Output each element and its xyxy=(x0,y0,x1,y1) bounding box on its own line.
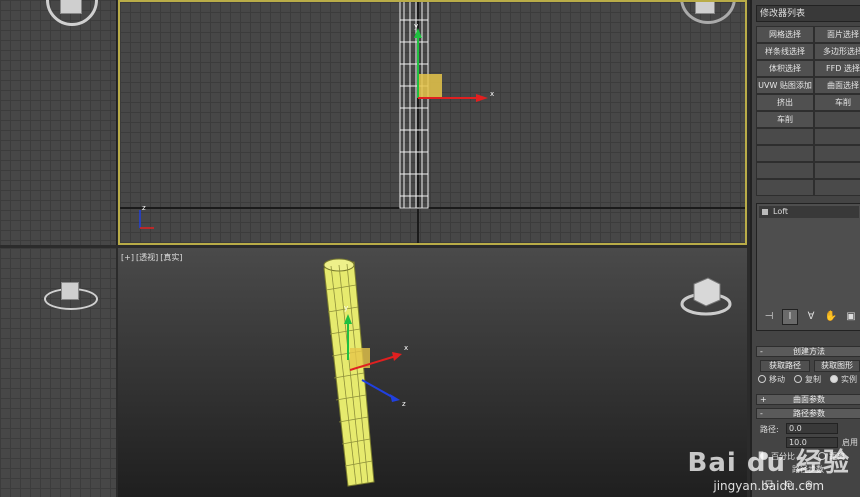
rollout-title: 曲面参数 xyxy=(793,395,825,404)
rollout-path-params[interactable]: - 路径参数 xyxy=(756,408,860,419)
viewport-top-left[interactable] xyxy=(0,0,117,245)
axis-z-label: z xyxy=(142,204,146,212)
modifier-buttons-grid: 网格选择 面片选择 样条线选择 多边形选择 体积选择 FFD 选择 UVW 贴图… xyxy=(756,26,860,196)
modifier-button[interactable]: 车削 xyxy=(814,94,860,111)
modifier-button[interactable]: 面片选择 xyxy=(814,26,860,43)
modifier-button[interactable]: 网格选择 xyxy=(756,26,814,43)
show-end-result-icon[interactable]: I xyxy=(782,309,798,325)
make-unique-icon[interactable]: ∀ xyxy=(804,310,818,324)
viewcube-icon xyxy=(693,277,721,307)
viewport-front[interactable]: x y z xyxy=(118,0,747,245)
axis-x-label: x xyxy=(490,90,495,98)
modifier-button[interactable]: FFD 选择 xyxy=(814,60,860,77)
modifier-button[interactable]: 体积选择 xyxy=(756,60,814,77)
get-shape-button[interactable]: 获取图形 xyxy=(814,360,860,372)
loft-wireframe xyxy=(399,2,429,209)
watermark-logo: Bai du 经验 xyxy=(687,448,850,478)
radio-instance[interactable]: 实例 xyxy=(830,375,857,385)
axis-x-label: x xyxy=(404,344,409,352)
axis-z-label: z xyxy=(402,400,406,408)
modifier-button-empty[interactable] xyxy=(756,128,814,145)
perspective-scene xyxy=(323,258,732,487)
stack-item-loft[interactable]: Loft xyxy=(759,206,859,218)
viewport-left[interactable] xyxy=(0,248,116,497)
modifier-button-empty[interactable] xyxy=(756,145,814,162)
modifier-button-empty[interactable] xyxy=(814,111,860,128)
rollout-collapse-icon: - xyxy=(760,347,763,356)
path-spinner[interactable]: 0.0 xyxy=(786,423,838,434)
viewport-perspective[interactable]: [+] [透视] [真实] x y z xyxy=(118,248,747,497)
watermark-url: jingyan.baidu.com xyxy=(713,479,825,493)
modifier-button[interactable]: 样条线选择 xyxy=(756,43,814,60)
gizmo-plane xyxy=(418,74,442,98)
modifier-button-empty[interactable] xyxy=(756,162,814,179)
get-path-button[interactable]: 获取路径 xyxy=(760,360,810,372)
modifier-list-dropdown[interactable]: 修改器列表 xyxy=(756,5,860,22)
rollout-surface-params[interactable]: + 曲面参数 xyxy=(756,394,860,405)
front-view-scene xyxy=(120,2,745,243)
rollout-creation-method[interactable]: - 创建方法 xyxy=(756,346,860,357)
modifier-button-empty[interactable] xyxy=(756,179,814,196)
stack-toolbar: ⊣ I ∀ ✋ ▣ xyxy=(756,308,860,326)
modifier-button-empty[interactable] xyxy=(814,145,860,162)
modifier-button[interactable]: 曲面选择 xyxy=(814,77,860,94)
modifier-button-empty[interactable] xyxy=(814,162,860,179)
pin-stack-icon[interactable]: ⊣ xyxy=(762,310,776,324)
modifier-button-empty[interactable] xyxy=(814,179,860,196)
baidu-jingyan-watermark: Bai du 经验 jingyan.baidu.com xyxy=(688,442,851,493)
viewcube-icon[interactable] xyxy=(60,0,82,14)
radio-move[interactable]: 移动 xyxy=(758,375,785,385)
axis-y-label: y xyxy=(414,22,419,30)
modifier-button-empty[interactable] xyxy=(814,128,860,145)
rollout-collapse-icon: - xyxy=(760,409,763,418)
rollout-title: 路径参数 xyxy=(793,409,825,418)
remove-modifier-icon[interactable]: ✋ xyxy=(824,310,838,324)
viewcube-icon[interactable] xyxy=(695,2,715,14)
rollout-title: 创建方法 xyxy=(793,347,825,356)
viewcube-icon[interactable] xyxy=(61,282,79,300)
modifier-button[interactable]: 车削 xyxy=(756,111,814,128)
modifier-button[interactable]: UVW 贴图添加 xyxy=(756,77,814,94)
radio-copy[interactable]: 复制 xyxy=(794,375,821,385)
path-label: 路径: xyxy=(760,425,779,434)
modifier-button[interactable]: 挤出 xyxy=(756,94,814,111)
configure-sets-icon[interactable]: ▣ xyxy=(844,310,858,324)
modifier-button[interactable]: 多边形选择 xyxy=(814,43,860,60)
loft-object xyxy=(323,258,375,487)
rollout-expand-icon: + xyxy=(760,395,767,404)
command-panel: 修改器列表 网格选择 面片选择 样条线选择 多边形选择 体积选择 FFD 选择 … xyxy=(750,0,860,497)
axis-y-label: y xyxy=(344,304,349,312)
